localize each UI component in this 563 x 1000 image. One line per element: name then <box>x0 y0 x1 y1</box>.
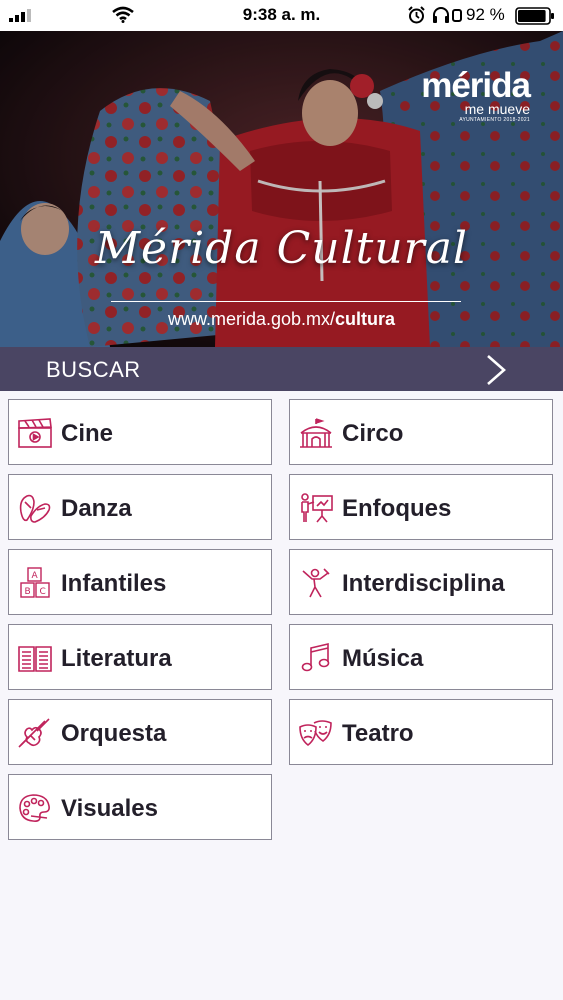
hero-title: Mérida Cultural <box>94 223 468 274</box>
violin-icon <box>18 718 50 748</box>
url-bold: cultura <box>335 309 396 329</box>
category-interdisciplina[interactable]: Interdisciplina <box>289 549 553 615</box>
search-label: BUSCAR <box>46 357 141 382</box>
alarm-icon <box>408 6 425 24</box>
dance-shoes-icon <box>19 494 51 523</box>
category-danza[interactable]: Danza <box>8 474 272 540</box>
category-label: Teatro <box>342 720 414 747</box>
circus-tent-icon <box>300 418 332 448</box>
category-literatura[interactable]: Literatura <box>8 624 272 690</box>
rotation-lock-icon <box>452 9 462 22</box>
hero-banner: mérida me mueve AYUNTAMIENTO 2018-2021 M… <box>0 31 563 347</box>
category-orquesta[interactable]: Orquesta <box>8 699 272 765</box>
category-visuales[interactable]: Visuales <box>8 774 272 840</box>
svg-text:A: A <box>32 571 39 581</box>
headphones-icon <box>433 7 449 23</box>
category-label: Circo <box>342 420 404 447</box>
svg-text:C: C <box>40 587 46 597</box>
category-cine[interactable]: Cine <box>8 399 272 465</box>
brand-subtitle: AYUNTAMIENTO 2018-2021 <box>459 117 530 123</box>
brand-name: mérida <box>421 66 531 105</box>
category-label: Danza <box>61 495 132 522</box>
category-musica[interactable]: Música <box>289 624 553 690</box>
status-bar: 9:38 a. m. 92 % <box>0 0 563 31</box>
paint-palette-icon <box>19 794 50 822</box>
music-note-icon <box>301 642 330 672</box>
svg-text:B: B <box>25 587 31 597</box>
category-enfoques[interactable]: Enfoques <box>289 474 553 540</box>
film-clapper-icon <box>18 418 52 448</box>
category-label: Infantiles <box>61 570 167 597</box>
hero-url: www.merida.gob.mx/cultura <box>0 309 563 330</box>
category-teatro[interactable]: Teatro <box>289 699 553 765</box>
category-label: Literatura <box>61 645 172 672</box>
search-button[interactable]: BUSCAR <box>0 347 563 391</box>
theater-masks-icon <box>299 720 332 747</box>
url-prefix: www.merida.gob.mx/ <box>167 309 336 329</box>
battery-icon <box>515 7 554 25</box>
hero-divider <box>111 301 461 302</box>
category-label: Visuales <box>61 795 158 822</box>
category-infantiles[interactable]: A B C Infantiles <box>8 549 272 615</box>
merida-logo: mérida me mueve AYUNTAMIENTO 2018-2021 <box>421 66 531 124</box>
presentation-icon <box>301 493 333 523</box>
category-label: Cine <box>61 420 114 447</box>
performer-icon <box>302 568 330 598</box>
category-label: Interdisciplina <box>342 570 505 597</box>
category-label: Enfoques <box>342 495 452 522</box>
battery-percent: 92 % <box>466 5 505 24</box>
category-label: Música <box>342 645 424 672</box>
abc-blocks-icon: A B C <box>20 567 50 598</box>
open-book-icon <box>18 646 52 672</box>
category-circo[interactable]: Circo <box>289 399 553 465</box>
chevron-right-icon <box>487 355 506 385</box>
category-label: Orquesta <box>61 720 167 747</box>
